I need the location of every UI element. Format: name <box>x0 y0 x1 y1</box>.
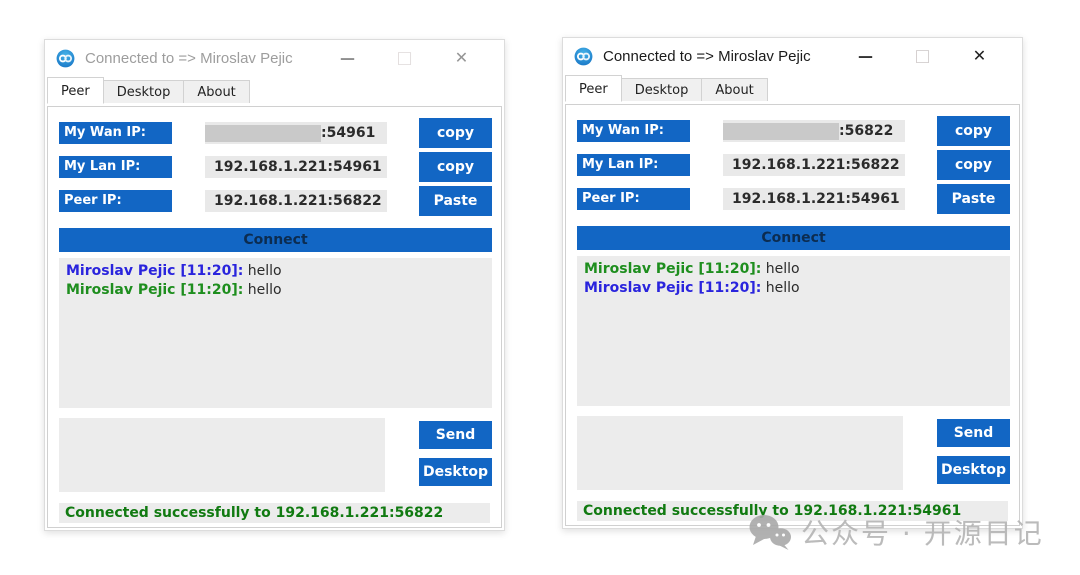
peer-ip-row: Peer IP: 192.168.1.221:56822 Paste <box>59 186 492 216</box>
minimize-icon[interactable]: — <box>319 40 376 76</box>
tab-about[interactable]: About <box>183 80 249 103</box>
peer-tab-page: My Wan IP: :56822 copy My Lan IP: 192.16… <box>565 104 1020 526</box>
app-link-icon <box>56 49 75 68</box>
lan-ip-field[interactable]: 192.168.1.221:54961 <box>205 156 387 178</box>
close-icon[interactable]: ✕ <box>433 40 490 76</box>
status-bar: Connected successfully to 192.168.1.221:… <box>59 503 490 523</box>
wan-ip-field[interactable]: :56822 <box>723 120 905 142</box>
redacted-ip-block <box>723 123 839 140</box>
chat-window-left: Connected to => Miroslav Pejic — □ ✕ Pee… <box>44 39 505 531</box>
redacted-ip-block <box>205 125 321 142</box>
chat-window-right: Connected to => Miroslav Pejic — □ ✕ Pee… <box>562 37 1023 529</box>
connect-button[interactable]: Connect <box>577 226 1010 250</box>
wan-ip-row: My Wan IP: :54961 copy <box>59 118 492 148</box>
copy-wan-button[interactable]: copy <box>937 116 1010 146</box>
peer-ip-row: Peer IP: 192.168.1.221:54961 Paste <box>577 184 1010 214</box>
tab-peer[interactable]: Peer <box>47 77 104 104</box>
lan-ip-label: My Lan IP: <box>59 156 172 178</box>
chat-message: Miroslav Pejic [11:20]: hello <box>584 260 1003 279</box>
message-text: hello <box>248 282 282 298</box>
window-title: Connected to => Miroslav Pejic <box>85 50 319 67</box>
action-buttons: Send Desktop <box>419 418 492 492</box>
desktop-button[interactable]: Desktop <box>937 456 1010 484</box>
chat-message: Miroslav Pejic [11:20]: hello <box>66 262 485 281</box>
watermark-text: 公众号 · 开源日记 <box>801 512 1044 552</box>
tab-strip: Peer Desktop About <box>45 76 504 103</box>
message-text: hello <box>766 261 800 277</box>
wan-ip-row: My Wan IP: :56822 copy <box>577 116 1010 146</box>
wechat-icon <box>748 514 792 550</box>
title-bar[interactable]: Connected to => Miroslav Pejic — □ ✕ <box>45 40 504 76</box>
tab-desktop[interactable]: Desktop <box>103 80 185 103</box>
lan-ip-row: My Lan IP: 192.168.1.221:56822 copy <box>577 150 1010 180</box>
message-input[interactable] <box>577 416 903 490</box>
wan-ip-field[interactable]: :54961 <box>205 122 387 144</box>
watermark: 公众号 · 开源日记 <box>748 512 1044 552</box>
message-text: hello <box>766 280 800 296</box>
message-sender: Miroslav Pejic [11:20]: <box>584 280 761 296</box>
peer-tab-page: My Wan IP: :54961 copy My Lan IP: 192.16… <box>47 106 502 528</box>
lan-ip-field[interactable]: 192.168.1.221:56822 <box>723 154 905 176</box>
wan-ip-value: :54961 <box>321 125 375 141</box>
app-link-icon <box>574 47 593 66</box>
compose-row: Send Desktop <box>577 416 1010 490</box>
copy-lan-button[interactable]: copy <box>419 152 492 182</box>
message-input[interactable] <box>59 418 385 492</box>
message-sender: Miroslav Pejic [11:20]: <box>66 263 243 279</box>
send-button[interactable]: Send <box>419 421 492 449</box>
chat-log[interactable]: Miroslav Pejic [11:20]: hello Miroslav P… <box>59 258 492 408</box>
maximize-icon[interactable]: □ <box>376 40 433 76</box>
wan-ip-value: :56822 <box>839 123 893 139</box>
copy-lan-button[interactable]: copy <box>937 150 1010 180</box>
wan-ip-label: My Wan IP: <box>577 120 690 142</box>
tab-strip: Peer Desktop About <box>563 74 1022 101</box>
connect-button[interactable]: Connect <box>59 228 492 252</box>
peer-ip-label: Peer IP: <box>577 188 690 210</box>
wan-ip-label: My Wan IP: <box>59 122 172 144</box>
minimize-icon[interactable]: — <box>837 38 894 74</box>
chat-message: Miroslav Pejic [11:20]: hello <box>584 279 1003 298</box>
chat-message: Miroslav Pejic [11:20]: hello <box>66 281 485 300</box>
peer-ip-label: Peer IP: <box>59 190 172 212</box>
close-icon[interactable]: ✕ <box>951 38 1008 74</box>
action-buttons: Send Desktop <box>937 416 1010 490</box>
maximize-icon[interactable]: □ <box>894 38 951 74</box>
peer-ip-field[interactable]: 192.168.1.221:56822 <box>205 190 387 212</box>
tab-about[interactable]: About <box>701 78 767 101</box>
message-sender: Miroslav Pejic [11:20]: <box>66 282 243 298</box>
chat-log[interactable]: Miroslav Pejic [11:20]: hello Miroslav P… <box>577 256 1010 406</box>
page: Connected to => Miroslav Pejic — □ ✕ Pee… <box>0 0 1080 575</box>
title-bar[interactable]: Connected to => Miroslav Pejic — □ ✕ <box>563 38 1022 74</box>
lan-ip-row: My Lan IP: 192.168.1.221:54961 copy <box>59 152 492 182</box>
message-text: hello <box>248 263 282 279</box>
paste-button[interactable]: Paste <box>419 186 492 216</box>
send-button[interactable]: Send <box>937 419 1010 447</box>
tab-desktop[interactable]: Desktop <box>621 78 703 101</box>
desktop-button[interactable]: Desktop <box>419 458 492 486</box>
peer-ip-field[interactable]: 192.168.1.221:54961 <box>723 188 905 210</box>
window-title: Connected to => Miroslav Pejic <box>603 48 837 65</box>
compose-row: Send Desktop <box>59 418 492 492</box>
paste-button[interactable]: Paste <box>937 184 1010 214</box>
lan-ip-label: My Lan IP: <box>577 154 690 176</box>
copy-wan-button[interactable]: copy <box>419 118 492 148</box>
message-sender: Miroslav Pejic [11:20]: <box>584 261 761 277</box>
tab-peer[interactable]: Peer <box>565 75 622 102</box>
